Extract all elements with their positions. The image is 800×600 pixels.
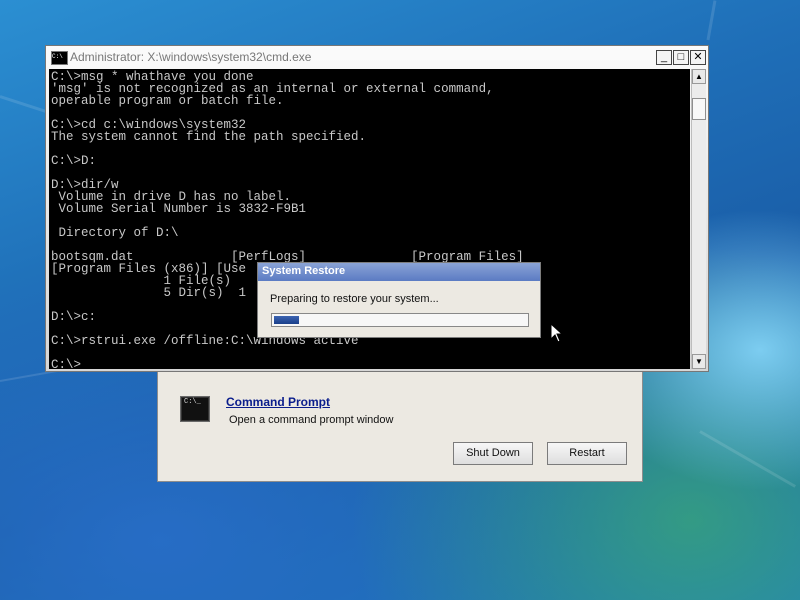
- command-prompt-icon[interactable]: C:\_: [180, 396, 210, 422]
- restore-progress-bar: [271, 313, 529, 327]
- restart-button[interactable]: Restart: [547, 442, 627, 465]
- system-restore-title: System Restore: [262, 265, 346, 277]
- cmd-app-icon: C:\: [51, 51, 68, 65]
- restore-status-message: Preparing to restore your system...: [270, 293, 439, 305]
- shut-down-button[interactable]: Shut Down: [453, 442, 533, 465]
- scroll-down-arrow-icon[interactable]: ▼: [692, 354, 706, 369]
- minimize-button[interactable]: _: [656, 50, 672, 65]
- command-prompt-link[interactable]: Command Prompt: [226, 395, 330, 409]
- maximize-button[interactable]: □: [673, 50, 689, 65]
- close-button[interactable]: ✕: [690, 50, 706, 65]
- mouse-cursor-icon: [550, 323, 564, 343]
- wallpaper-streak: [706, 0, 717, 41]
- wallpaper-streak: [699, 430, 797, 488]
- system-recovery-options-window: C:\_ Command Prompt Open a command promp…: [157, 370, 643, 482]
- cmd-window-title: Administrator: X:\windows\system32\cmd.e…: [70, 50, 312, 64]
- scroll-up-arrow-icon[interactable]: ▲: [692, 69, 706, 84]
- cmd-titlebar[interactable]: C:\ Administrator: X:\windows\system32\c…: [46, 46, 708, 68]
- system-restore-titlebar[interactable]: System Restore: [258, 263, 540, 281]
- system-restore-dialog: System Restore Preparing to restore your…: [257, 262, 541, 338]
- command-prompt-description: Open a command prompt window: [229, 414, 394, 426]
- vertical-scrollbar[interactable]: ▲ ▼: [691, 69, 706, 369]
- restore-progress-fill: [274, 316, 299, 324]
- scroll-thumb[interactable]: [692, 98, 706, 120]
